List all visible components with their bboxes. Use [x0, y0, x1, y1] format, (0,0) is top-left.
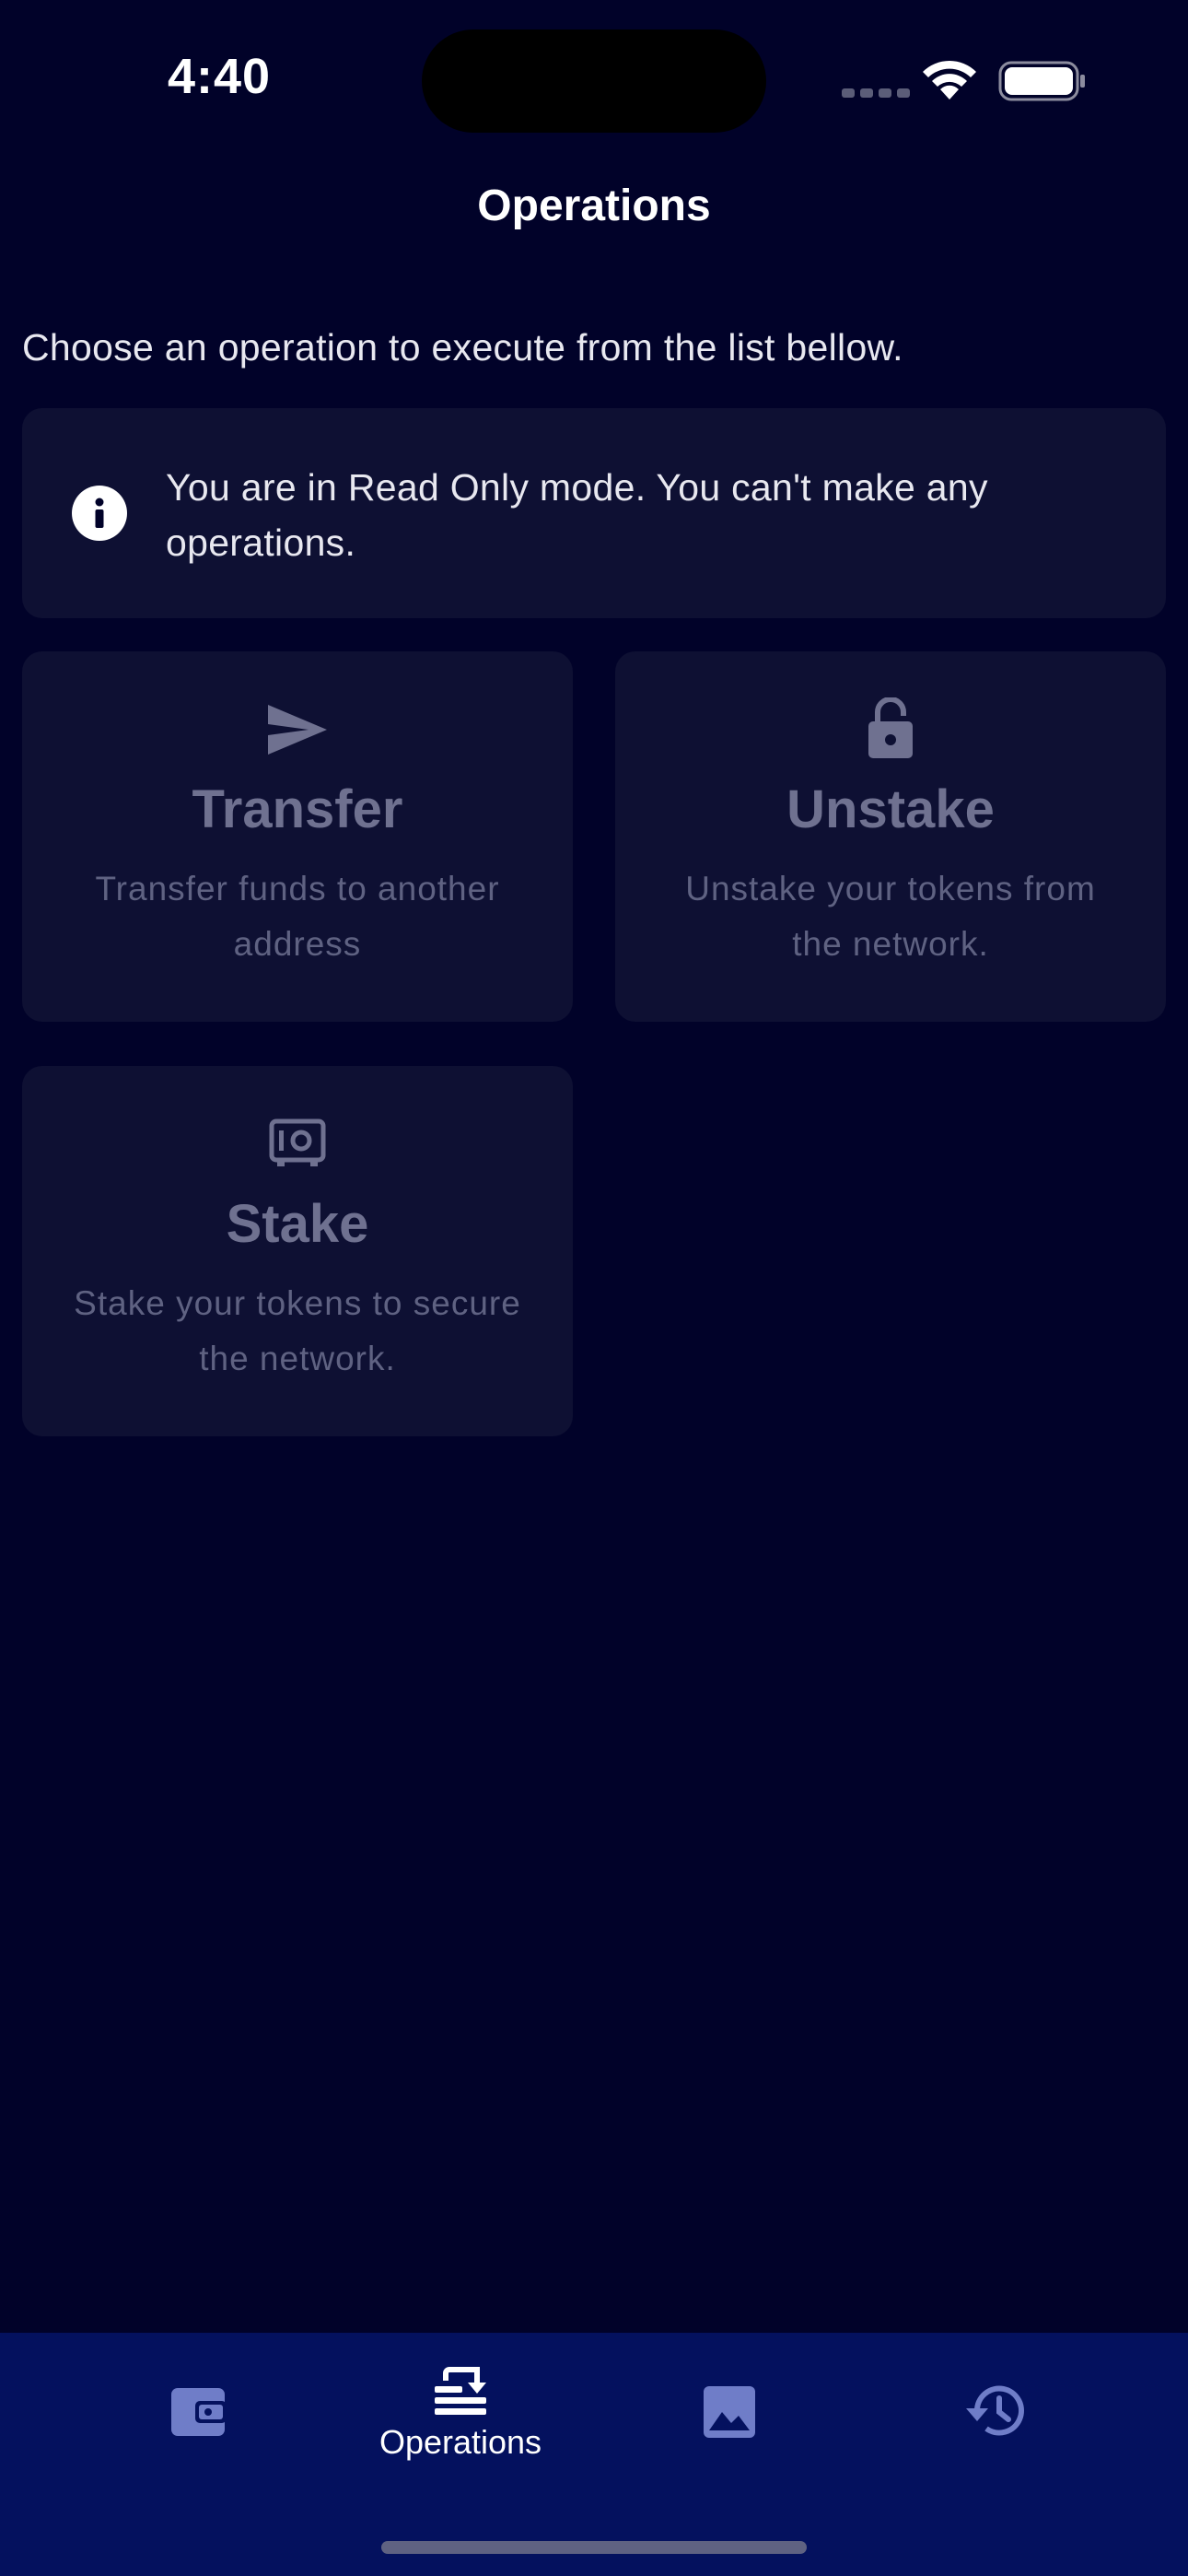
info-icon: [72, 486, 127, 541]
unstake-title: Unstake: [786, 779, 995, 839]
wifi-icon: [923, 60, 976, 100]
history-icon: [903, 2383, 1087, 2440]
battery-icon: [998, 61, 1085, 101]
unstake-description: Unstake your tokens from the network.: [685, 870, 1096, 963]
bottom-tab-bar: Operations: [0, 2333, 1188, 2576]
page-title: Operations: [477, 181, 711, 230]
home-indicator: [381, 2541, 807, 2554]
stake-card[interactable]: Stake Stake your tokens to secure the ne…: [22, 1066, 573, 1436]
unstake-card[interactable]: Unstake Unstake your tokens from the net…: [615, 651, 1166, 1022]
read-only-message: You are in Read Only mode. You can't mak…: [166, 466, 988, 564]
status-icons: [838, 57, 1087, 103]
read-only-banner: You are in Read Only mode. You can't mak…: [22, 408, 1166, 618]
dynamic-island: [422, 29, 766, 133]
transfer-title: Transfer: [192, 779, 403, 839]
status-bar: 4:40: [0, 0, 1188, 157]
image-icon: [637, 2384, 821, 2440]
tab-wallet[interactable]: [107, 2333, 291, 2517]
intro-text: Choose an operation to execute from the …: [22, 326, 903, 369]
stake-description: Stake your tokens to secure the network.: [74, 1284, 521, 1377]
wallet-icon: [107, 2383, 291, 2438]
tab-gallery[interactable]: [637, 2333, 821, 2517]
lock-open-icon: [615, 697, 1166, 760]
status-time: 4:40: [168, 49, 272, 104]
cellular-signal-icon: [842, 88, 910, 98]
tab-history[interactable]: [903, 2333, 1087, 2517]
tab-operations-label: Operations: [379, 2423, 542, 2461]
operations-icon: [368, 2366, 553, 2418]
stake-title: Stake: [226, 1194, 369, 1254]
send-icon: [22, 703, 573, 756]
transfer-card[interactable]: Transfer Transfer funds to another addre…: [22, 651, 573, 1022]
transfer-description: Transfer funds to another address: [95, 870, 500, 963]
tab-operations[interactable]: Operations: [368, 2333, 553, 2517]
safe-icon: [22, 1118, 573, 1169]
